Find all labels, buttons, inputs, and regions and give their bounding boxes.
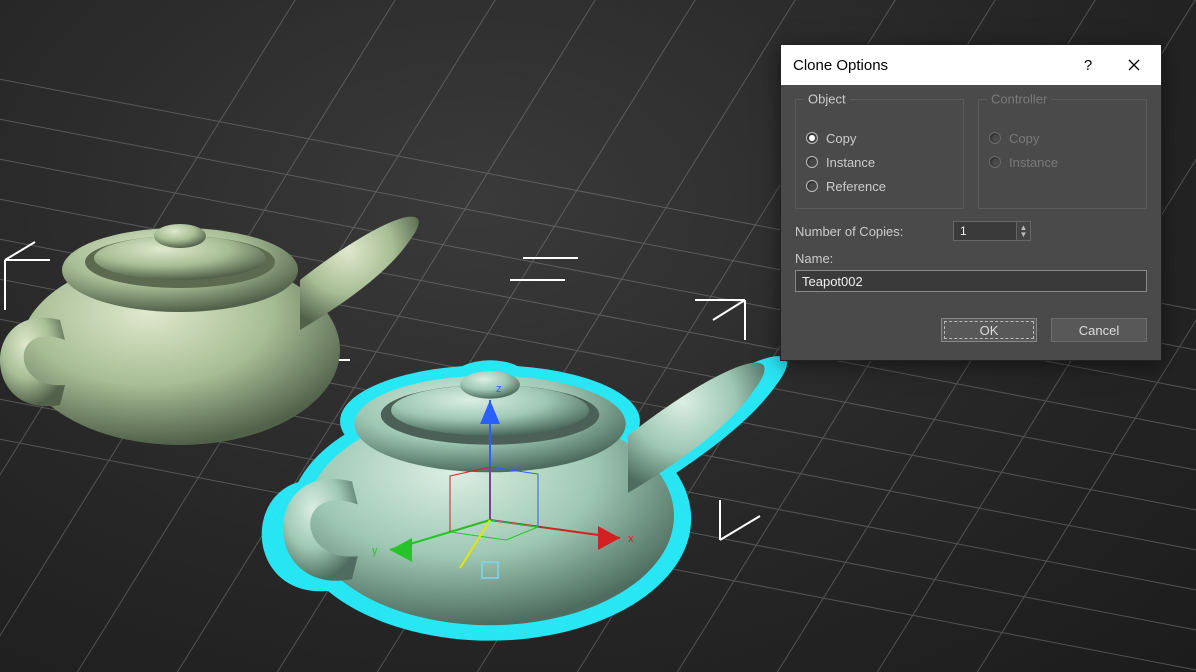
radio-icon [989,156,1001,168]
controller-radio-copy: Copy [989,126,1136,150]
cancel-button[interactable]: Cancel [1051,318,1147,342]
copies-value: 1 [954,224,1016,238]
name-label: Name: [795,251,1147,266]
name-input[interactable]: Teapot002 [795,270,1147,292]
close-button[interactable] [1111,45,1157,85]
svg-text:y: y [372,545,378,557]
svg-text:x: x [628,533,634,545]
controller-group-legend: Controller [987,92,1051,107]
teapot-selected [262,356,787,641]
dialog-titlebar[interactable]: Clone Options ? [781,45,1161,85]
copies-label: Number of Copies: [795,224,953,239]
object-group: Object Copy Instance Reference [795,99,964,209]
radio-icon [806,132,818,144]
object-group-legend: Object [804,92,850,107]
controller-group: Controller Copy Instance [978,99,1147,209]
copies-spinner[interactable]: 1 ▲▼ [953,221,1031,241]
ok-button[interactable]: OK [941,318,1037,342]
close-icon [1128,59,1140,71]
help-button[interactable]: ? [1065,45,1111,85]
object-radio-instance[interactable]: Instance [806,150,953,174]
spinner-arrows-icon[interactable]: ▲▼ [1016,222,1030,240]
clone-options-dialog: Clone Options ? Object Copy Instance [780,44,1162,361]
radio-icon [989,132,1001,144]
radio-icon [806,156,818,168]
dialog-title: Clone Options [793,57,1065,74]
controller-radio-instance: Instance [989,150,1136,174]
object-radio-copy[interactable]: Copy [806,126,953,150]
svg-text:z: z [496,383,502,395]
object-radio-reference[interactable]: Reference [806,174,953,198]
radio-icon [806,180,818,192]
